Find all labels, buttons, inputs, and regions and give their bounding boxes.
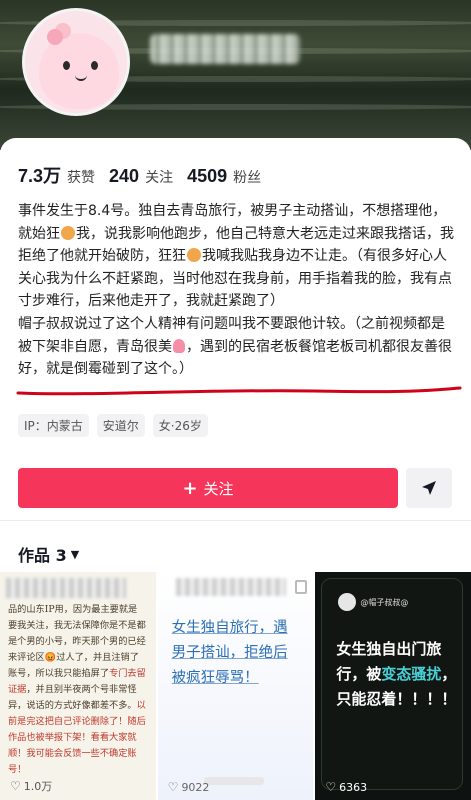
emoji-face-icon	[187, 248, 201, 263]
profile-tags: IP：内蒙古 安道尔 女·26岁	[18, 414, 208, 437]
thumbnail-text: 女生独自出门旅行，被变态骚扰，只能忍着！！！！	[336, 637, 466, 712]
chevron-down-icon: ▼	[70, 547, 80, 561]
like-count: ♡ 1.0万	[10, 778, 52, 794]
thumbnail-text-part: 😡	[44, 652, 57, 663]
stat-value: 4509	[187, 166, 228, 186]
thumbnail-text-part: 变态骚扰	[381, 665, 442, 683]
like-count: ♡ 9022	[168, 780, 210, 794]
stat-likes[interactable]: 7.3万 获赞	[18, 162, 95, 188]
blurred-footer	[203, 777, 264, 785]
tab-works-label: 作品 3	[18, 546, 67, 565]
heart-icon: ♡	[167, 780, 179, 794]
avatar-eye	[63, 61, 70, 70]
video-thumbnail[interactable]: @帽子叔叔@ 女生独自出门旅行，被变态骚扰，只能忍着！！！！ ♡ 6363	[315, 572, 471, 800]
thumbnail-text: 品的山东IP用，因为最主要就是要我关注，我无法保障你是不是都是个男的小号，昨天那…	[8, 602, 146, 778]
stat-label: 获赞	[67, 169, 96, 185]
share-button[interactable]	[406, 468, 452, 508]
divider	[0, 520, 471, 521]
thumbnail-text: 女生独自旅行，遇男子搭讪，拒绝后被疯狂辱骂！	[171, 620, 288, 686]
blurred-header	[175, 578, 286, 596]
stat-followers[interactable]: 4509 粉丝	[187, 166, 261, 187]
avatar-eye	[91, 61, 98, 70]
plus-icon: +	[182, 477, 198, 499]
tag-ip: IP：内蒙古	[18, 414, 89, 437]
like-count: ♡ 6363	[325, 780, 367, 794]
emoji-face-icon	[61, 225, 75, 240]
profile-stats: 7.3万 获赞 240 关注 4509 粉丝	[18, 162, 261, 188]
stat-label: 关注	[145, 169, 174, 185]
stat-label: 粉丝	[233, 169, 262, 185]
video-thumbnail[interactable]: 品的山东IP用，因为最主要就是要我关注，我无法保障你是不是都是个男的小号，昨天那…	[0, 572, 156, 800]
works-grid: 品的山东IP用，因为最主要就是要我关注，我无法保障你是不是都是个男的小号，昨天那…	[0, 572, 471, 800]
like-count-value: 1.0万	[23, 780, 53, 793]
video-thumbnail[interactable]: 女生独自旅行，遇男子搭讪，拒绝后被疯狂辱骂！ ♡ 9022	[157, 572, 314, 800]
bio-paragraph: 帽子叔叔说过了这个人精神有问题叫我不要跟他计较。（之前视频都是被下架非自愿，青岛…	[18, 313, 456, 381]
tulip-icon	[173, 338, 185, 353]
stat-following[interactable]: 240 关注	[109, 166, 173, 187]
follow-button-label: 关注	[203, 479, 234, 498]
stat-value: 7.3万	[18, 166, 62, 186]
bio-paragraph: 事件发生于8.4号。独自去青岛旅行，被男子主动搭讪，不想搭理他，就始狂 我，说我影…	[18, 200, 456, 313]
avatar	[338, 593, 357, 611]
heart-icon: ♡	[325, 780, 337, 794]
heart-icon: ♡	[10, 779, 21, 793]
blurred-header	[6, 578, 126, 598]
thumbnail-text-part: 以前是完这把自己评论删除了！随后作品也被举报下架！看看大家就顺！我可能会反馈一些…	[8, 700, 146, 775]
like-count-value: 6363	[339, 780, 368, 794]
tab-works[interactable]: 作品 3 ▼	[18, 542, 79, 566]
tag-gender-age: 女·26岁	[152, 414, 208, 437]
stat-value: 240	[109, 166, 140, 186]
profile-bio: 事件发生于8.4号。独自去青岛旅行，被男子主动搭讪，不想搭理他，就始狂 我，说我影…	[18, 200, 456, 381]
thumbnail-card: @帽子叔叔@ 女生独自出门旅行，被变态骚扰，只能忍着！！！！	[321, 578, 466, 790]
follow-button[interactable]: + 关注	[18, 468, 398, 508]
tag-location: 安道尔	[96, 414, 145, 437]
profile-header	[0, 0, 471, 150]
thumbnail-handle: @帽子叔叔@	[360, 598, 409, 607]
profile-card: 7.3万 获赞 240 关注 4509 粉丝 事件发生于8.4号。独自去青岛旅行…	[0, 138, 471, 800]
bookmark-icon	[295, 580, 308, 594]
red-underline-annotation	[16, 386, 462, 396]
thumbnail-text-part: ，并且别半夜两个号非常怪异，说话的方式好像都差不多。	[8, 684, 137, 711]
avatar[interactable]	[22, 8, 130, 116]
share-icon	[422, 481, 436, 495]
blurred-username	[150, 34, 300, 64]
like-count-value: 9022	[181, 780, 210, 794]
flower-icon	[47, 29, 63, 45]
